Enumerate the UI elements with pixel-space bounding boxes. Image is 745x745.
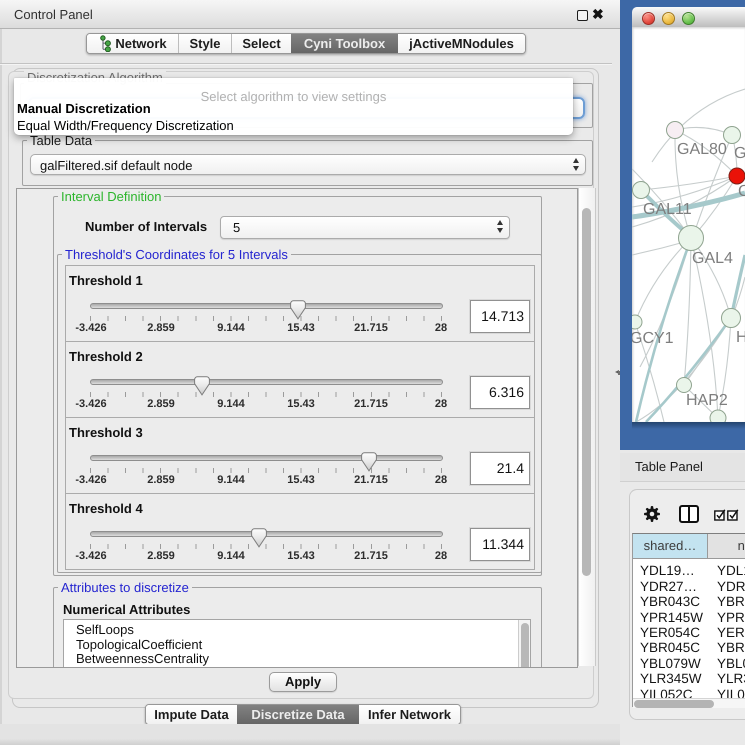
svg-text:HAP2: HAP2 [686,392,728,409]
svg-text:GAL4: GAL4 [692,250,733,267]
svg-text:H: H [736,329,745,346]
svg-text:GA: GA [734,145,745,162]
svg-text:GAL11: GAL11 [643,201,692,218]
svg-text:GCY1: GCY1 [632,330,674,347]
svg-text:GAL80: GAL80 [677,141,727,158]
svg-text:C: C [738,183,745,200]
